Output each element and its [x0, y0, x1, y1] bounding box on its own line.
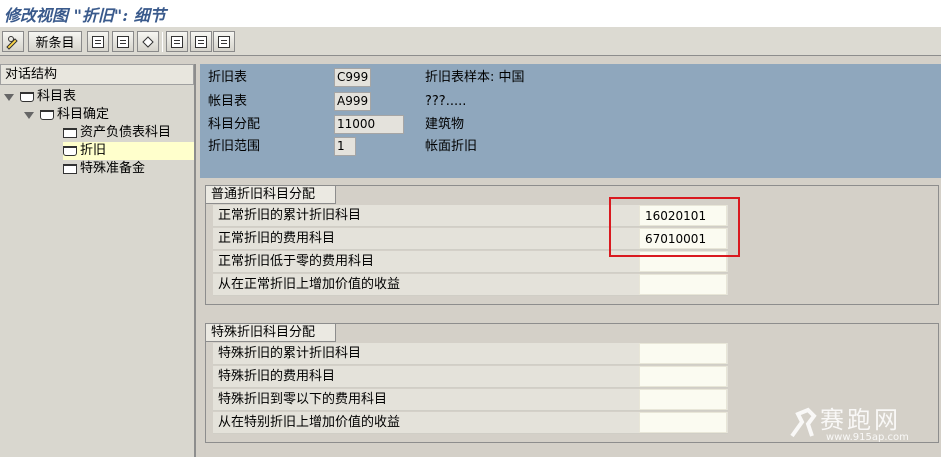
depreciation-area-field: 1	[334, 137, 356, 156]
row-label: 特殊折旧的费用科目	[218, 369, 336, 384]
account-row: 特殊折旧的费用科目	[213, 366, 728, 388]
previous-page-icon	[195, 35, 207, 48]
tree-item-label: 特殊准备金	[80, 161, 146, 176]
row-label: 特殊折旧到零以下的费用科目	[218, 392, 388, 407]
group-title: 普通折旧科目分配	[206, 186, 337, 204]
watermark-url: www.915ap.com	[826, 432, 909, 443]
account-row: 特殊折旧的累计折旧科目	[213, 343, 728, 365]
runner-logo-icon	[790, 407, 817, 438]
row-label: 正常折旧的累计折旧科目	[218, 208, 362, 223]
account-row: 从在正常折旧上增加价值的收益	[213, 274, 728, 296]
row-label: 特殊折旧的累计折旧科目	[218, 346, 362, 361]
next-page-icon	[218, 35, 230, 48]
copy-icon	[92, 35, 104, 48]
folder-open-icon	[63, 146, 77, 156]
revenue-from-writeup-account-input[interactable]	[639, 274, 727, 295]
toolbar-separator	[162, 32, 163, 52]
field-label: 科目分配	[208, 117, 261, 132]
new-entries-label: 新条目	[35, 36, 75, 51]
tree-item-label: 科目表	[37, 89, 77, 104]
account-row: 特殊折旧到零以下的费用科目	[213, 389, 728, 411]
copy-as-button[interactable]	[87, 31, 109, 52]
tree-item-label: 折旧	[80, 143, 107, 158]
expand-arrow-icon[interactable]	[4, 93, 14, 101]
tree-item-chart-of-accounts[interactable]: 科目表	[4, 88, 76, 106]
tree-item-label: 资产负债表科目	[80, 125, 172, 140]
folder-icon	[63, 164, 77, 174]
undo-change-button[interactable]	[137, 31, 159, 52]
delete-icon	[117, 35, 129, 48]
field-description: 帐面折旧	[425, 139, 478, 154]
folder-open-icon	[40, 110, 54, 120]
folder-icon	[63, 128, 77, 138]
tree-item-special-reserves[interactable]: 特殊准备金	[63, 160, 145, 178]
field-description: ???.....	[425, 94, 467, 109]
row-label: 从在正常折旧上增加价值的收益	[218, 277, 401, 292]
display-change-button[interactable]	[2, 31, 24, 52]
special-writeup-account-input[interactable]	[639, 412, 727, 433]
account-row: 从在特别折旧上增加价值的收益	[213, 412, 728, 434]
new-entries-button[interactable]: 新条目	[28, 31, 82, 52]
row-label: 从在特别折旧上增加价值的收益	[218, 415, 401, 430]
row-label: 正常折旧的费用科目	[218, 231, 336, 246]
dialog-structure-panel: 对话结构 科目表 科目确定 资产负债表科目 折旧 特殊准备金	[0, 64, 196, 457]
tree-item-account-determination[interactable]: 科目确定	[24, 106, 109, 124]
chart-of-depreciation-field: C999	[334, 68, 371, 87]
field-label: 折旧表	[208, 70, 248, 85]
field-label: 折旧范围	[208, 139, 261, 154]
account-assignment-field: 11000	[334, 115, 404, 134]
window-title: 修改视图 "折旧": 细节	[4, 6, 166, 25]
special-accumulated-account-input[interactable]	[639, 343, 727, 364]
field-description: 折旧表样本: 中国	[425, 70, 525, 85]
pencil-glasses-icon	[6, 35, 18, 50]
delete-button[interactable]	[112, 31, 134, 52]
folder-open-icon	[20, 92, 34, 102]
row-label: 正常折旧低于零的费用科目	[218, 254, 375, 269]
chart-of-accounts-field: A999	[334, 92, 371, 111]
field-description: 建筑物	[425, 117, 465, 132]
expand-arrow-icon[interactable]	[24, 111, 34, 119]
special-below-zero-account-input[interactable]	[639, 389, 727, 410]
ordinary-depreciation-group: 普通折旧科目分配 正常折旧的累计折旧科目 16020101 正常折旧的费用科目 …	[205, 185, 939, 305]
group-title: 特殊折旧科目分配	[206, 324, 337, 342]
previous-entry-button[interactable]	[190, 31, 212, 52]
undo-icon	[142, 35, 154, 48]
dialog-structure-header: 对话结构	[0, 64, 194, 85]
header-key-fields: 折旧表 C999 折旧表样本: 中国 帐目表 A999 ???..... 科目分…	[200, 64, 941, 178]
field-label: 帐目表	[208, 94, 248, 109]
title-bar: 修改视图 "折旧": 细节	[0, 0, 941, 26]
first-entry-button[interactable]	[166, 31, 188, 52]
tree-item-balance-sheet-accounts[interactable]: 资产负债表科目	[63, 124, 171, 142]
highlight-box	[609, 197, 740, 257]
watermark-text: 赛跑网	[820, 406, 901, 434]
application-toolbar: 新条目	[0, 26, 941, 56]
tree-item-depreciation[interactable]: 折旧	[63, 142, 194, 160]
next-entry-button[interactable]	[213, 31, 235, 52]
tree-item-label: 科目确定	[57, 107, 110, 122]
watermark: 赛跑网 www.915ap.com	[786, 398, 936, 453]
special-expense-account-input[interactable]	[639, 366, 727, 387]
first-page-icon	[171, 35, 183, 48]
